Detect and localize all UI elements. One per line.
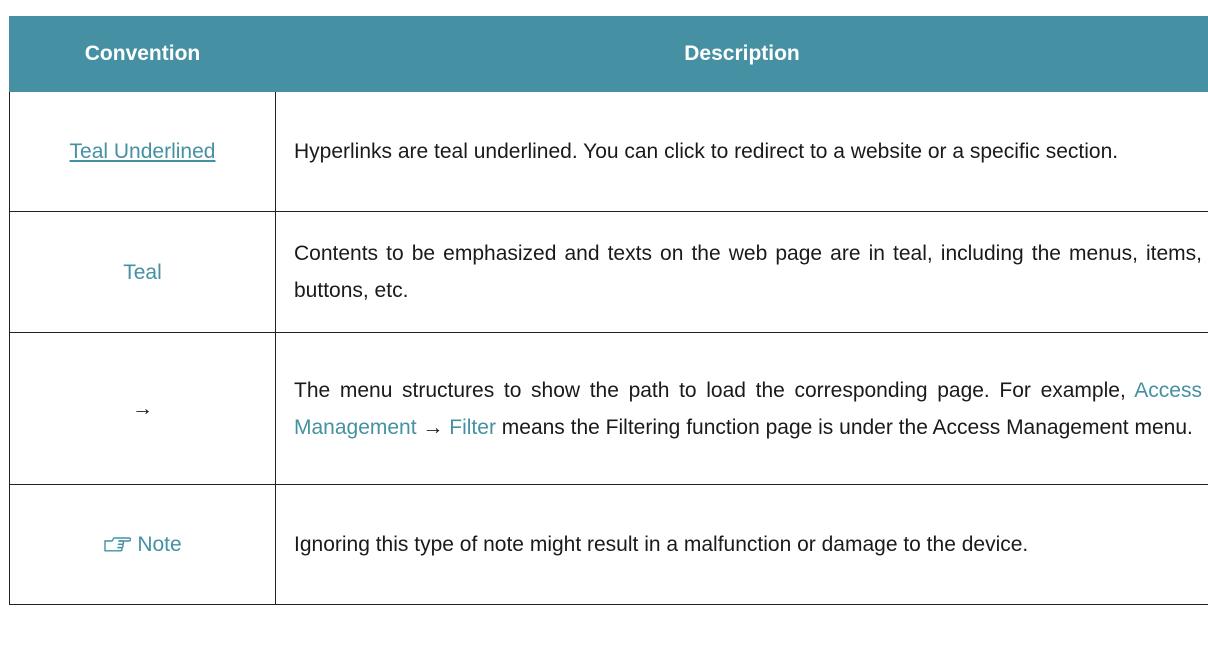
description-cell: Hyperlinks are teal underlined. You can … [275, 92, 1208, 212]
arrow-symbol: → [132, 397, 153, 420]
teal-example: Teal [123, 260, 162, 284]
menu-path-filter: Filter [449, 415, 496, 439]
note-label: Note [137, 533, 182, 556]
convention-cell: Teal [9, 211, 276, 333]
menu-path-arrow: → [422, 415, 444, 439]
convention-cell: Note [9, 484, 276, 605]
convention-cell: → [9, 332, 276, 485]
table-row: Note Ignoring this type of note might re… [9, 484, 1208, 605]
conventions-table: Convention Description Teal Underlined H… [9, 16, 1208, 605]
header-convention: Convention [9, 16, 276, 92]
table-row: → The menu structures to show the path t… [9, 332, 1208, 485]
desc-line-1: The menu structures to show the path to … [294, 378, 990, 402]
description-cell: Ignoring this type of note might result … [275, 484, 1208, 605]
teal-underlined-example-link[interactable]: Teal Underlined [70, 140, 216, 163]
convention-cell: Teal Underlined [9, 92, 276, 212]
description-cell: Contents to be emphasized and texts on t… [275, 211, 1208, 333]
table-row: Teal Underlined Hyperlinks are teal unde… [9, 92, 1208, 212]
desc-rest: means the Filtering function page is und… [501, 415, 1193, 439]
pointing-hand-icon [104, 537, 132, 552]
header-description: Description [275, 16, 1208, 92]
description-cell: The menu structures to show the path to … [275, 332, 1208, 485]
desc-for-example: For example, [999, 378, 1126, 402]
table-header-row: Convention Description [9, 16, 1208, 92]
table-row: Teal Contents to be emphasized and texts… [9, 211, 1208, 333]
